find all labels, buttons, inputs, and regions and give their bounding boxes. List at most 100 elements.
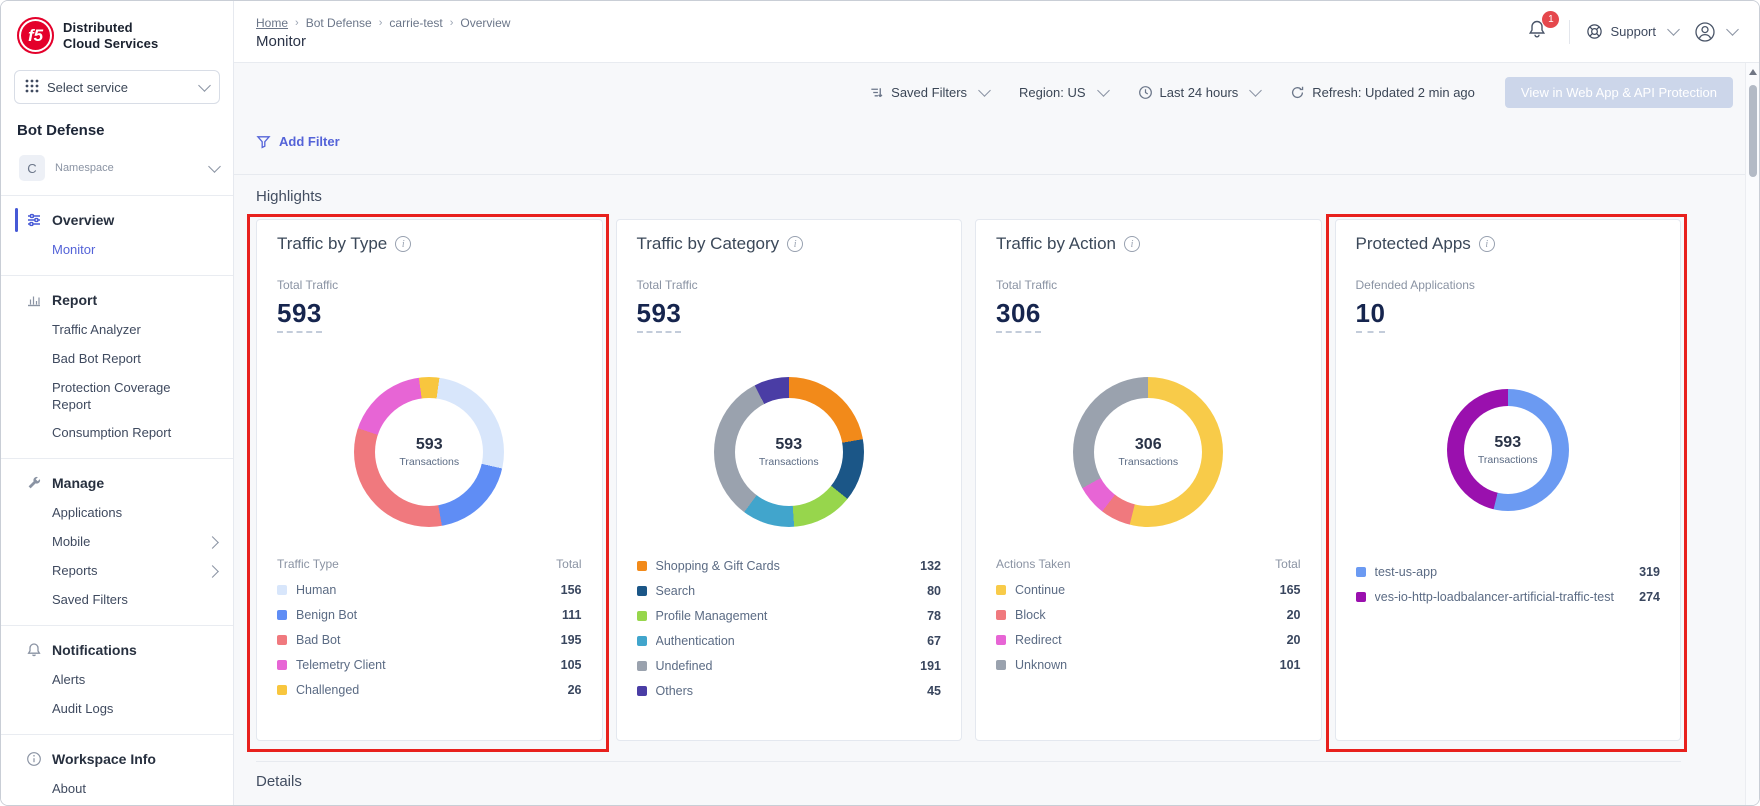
saved-filters-dropdown[interactable]: Saved Filters xyxy=(869,85,989,100)
legend-swatch xyxy=(277,685,287,695)
legend-row-continue: Continue165 xyxy=(996,577,1301,602)
info-icon[interactable]: i xyxy=(787,236,803,252)
sidebar-section-header-report[interactable]: Report xyxy=(1,284,233,316)
sidebar-item-protection-coverage-report[interactable]: Protection Coverage Report xyxy=(1,374,233,420)
sidebar-item-applications[interactable]: Applications xyxy=(1,499,233,528)
add-filter-button[interactable]: Add Filter xyxy=(256,134,340,149)
sidebar-item-label: Reports xyxy=(52,563,202,580)
legend-value: 156 xyxy=(561,583,582,597)
sidebar-section-label: Workspace Info xyxy=(52,751,156,767)
sidebar-section-label: Notifications xyxy=(52,642,137,658)
legend-row-challenged: Challenged 26 xyxy=(277,677,582,702)
donut-center-value: 593 xyxy=(1494,434,1521,452)
breadcrumb-home[interactable]: Home xyxy=(256,16,288,30)
sidebar-section-header-manage[interactable]: Manage xyxy=(1,467,233,499)
highlights-title: Highlights xyxy=(234,175,1745,205)
legend-row-redirect: Redirect20 xyxy=(996,627,1301,652)
scrollbar-thumb[interactable] xyxy=(1749,85,1757,177)
breadcrumb-separator: › xyxy=(295,17,299,29)
sidebar-section-label: Overview xyxy=(52,212,114,228)
info-icon[interactable]: i xyxy=(1479,236,1495,252)
highlights-cards: Traffic by TypeiTotal Traffic593593Trans… xyxy=(256,219,1681,741)
legend-swatch xyxy=(637,561,647,571)
sidebar-item-alerts[interactable]: Alerts xyxy=(1,666,233,695)
legend-label: test-us-app xyxy=(1375,565,1631,579)
sidebar-item-consumption-report[interactable]: Consumption Report xyxy=(1,419,233,448)
refresh-label: Refresh: Updated 2 min ago xyxy=(1312,85,1475,100)
breadcrumb-overview[interactable]: Overview xyxy=(460,16,510,30)
support-label: Support xyxy=(1610,24,1656,39)
account-menu[interactable] xyxy=(1694,21,1737,43)
sidebar-section-notifications: Notifications AlertsAudit Logs xyxy=(1,626,233,734)
donut-center-label: Transactions xyxy=(759,456,819,468)
sidebar-item-label: About xyxy=(52,781,202,798)
legend: Traffic TypeTotalHuman156Benign Bot111Ba… xyxy=(277,553,582,702)
card-traffic-by-action: Traffic by ActioniTotal Traffic306306Tra… xyxy=(975,219,1322,741)
card-traffic-by-category: Traffic by CategoryiTotal Traffic593593T… xyxy=(616,219,963,741)
legend-swatch xyxy=(996,585,1006,595)
breadcrumb: Home › Bot Defense › carrie-test › Overv… xyxy=(256,14,1521,50)
legend: Shopping & Gift Cards132Search80Profile … xyxy=(637,553,942,703)
brand-line1: Distributed xyxy=(63,20,158,36)
notifications-bell-button[interactable]: 1 xyxy=(1521,15,1553,48)
info-icon[interactable]: i xyxy=(395,236,411,252)
legend-row-human: Human156 xyxy=(277,577,582,602)
breadcrumb-namespace[interactable]: carrie-test xyxy=(389,16,442,30)
legend-header-label: Traffic Type xyxy=(277,557,339,571)
sidebar-item-bad-bot-report[interactable]: Bad Bot Report xyxy=(1,345,233,374)
legend-label: Bad Bot xyxy=(296,633,552,647)
donut-chart[interactable]: 593Transactions xyxy=(714,377,864,527)
sidebar-item-reports[interactable]: Reports xyxy=(1,557,233,586)
legend-row-bad-bot: Bad Bot195 xyxy=(277,627,582,652)
sidebar-section-header-overview[interactable]: Overview xyxy=(1,204,233,236)
legend-swatch xyxy=(637,586,647,596)
sidebar-item-mobile[interactable]: Mobile xyxy=(1,528,233,557)
time-range-dropdown[interactable]: Last 24 hours xyxy=(1138,85,1261,100)
legend: Actions TakenTotalContinue165Block20Redi… xyxy=(996,553,1301,677)
donut-chart[interactable]: 593Transactions xyxy=(354,377,504,527)
vertical-scrollbar[interactable] xyxy=(1745,63,1759,805)
region-dropdown[interactable]: Region: US xyxy=(1019,85,1107,100)
main-column: Home › Bot Defense › carrie-test › Overv… xyxy=(234,1,1759,805)
legend-label: Benign Bot xyxy=(296,608,553,622)
scroll-up-arrow[interactable] xyxy=(1746,63,1759,81)
select-service-dropdown[interactable]: Select service xyxy=(14,70,220,104)
donut-chart[interactable]: 306Transactions xyxy=(1073,377,1223,527)
legend-row-ves-io-http-loadbalancer-artificial-traffic-test: ves-io-http-loadbalancer-artificial-traf… xyxy=(1356,584,1661,609)
info-icon[interactable]: i xyxy=(1124,236,1140,252)
namespace-selector[interactable]: C Namespace xyxy=(1,145,233,195)
sidebar-section-label: Manage xyxy=(52,475,104,491)
legend-label: Continue xyxy=(1015,583,1271,597)
legend-label: Challenged xyxy=(296,683,559,697)
grid-icon xyxy=(25,79,39,96)
metric-value: 10 xyxy=(1356,298,1386,333)
support-menu[interactable]: Support xyxy=(1586,23,1678,40)
sidebar-section-header-workspace-info[interactable]: Workspace Info xyxy=(1,743,233,775)
sidebar-item-audit-logs[interactable]: Audit Logs xyxy=(1,695,233,724)
refresh-button[interactable]: Refresh: Updated 2 min ago xyxy=(1290,85,1475,100)
f5-logo-icon: f5 xyxy=(17,17,54,54)
filter-lines-icon xyxy=(869,85,884,100)
chevron-right-icon xyxy=(206,565,219,578)
app-window: f5 Distributed Cloud Services Select ser… xyxy=(0,0,1760,806)
legend-label: Block xyxy=(1015,608,1278,622)
sidebar-section-header-notifications[interactable]: Notifications xyxy=(1,634,233,666)
select-service-label: Select service xyxy=(47,80,186,95)
sidebar-item-saved-filters[interactable]: Saved Filters xyxy=(1,586,233,615)
legend-swatch xyxy=(996,660,1006,670)
chevron-down-icon xyxy=(1249,84,1262,97)
view-in-waap-button[interactable]: View in Web App & API Protection xyxy=(1505,77,1733,108)
top-actions: 1 Support xyxy=(1521,15,1737,48)
sidebar-item-about[interactable]: About xyxy=(1,775,233,804)
chevron-down-icon xyxy=(1097,84,1110,97)
legend-value: 67 xyxy=(927,634,941,648)
metric-label: Total Traffic xyxy=(996,278,1301,292)
legend-value: 132 xyxy=(920,559,941,573)
sidebar-item-traffic-analyzer[interactable]: Traffic Analyzer xyxy=(1,316,233,345)
legend-value: 26 xyxy=(568,683,582,697)
breadcrumb-bot-defense[interactable]: Bot Defense xyxy=(306,16,372,30)
sidebar-item-monitor[interactable]: Monitor xyxy=(1,236,233,265)
legend-swatch xyxy=(637,686,647,696)
donut-chart[interactable]: 593Transactions xyxy=(1447,389,1569,511)
legend-swatch xyxy=(1356,567,1366,577)
